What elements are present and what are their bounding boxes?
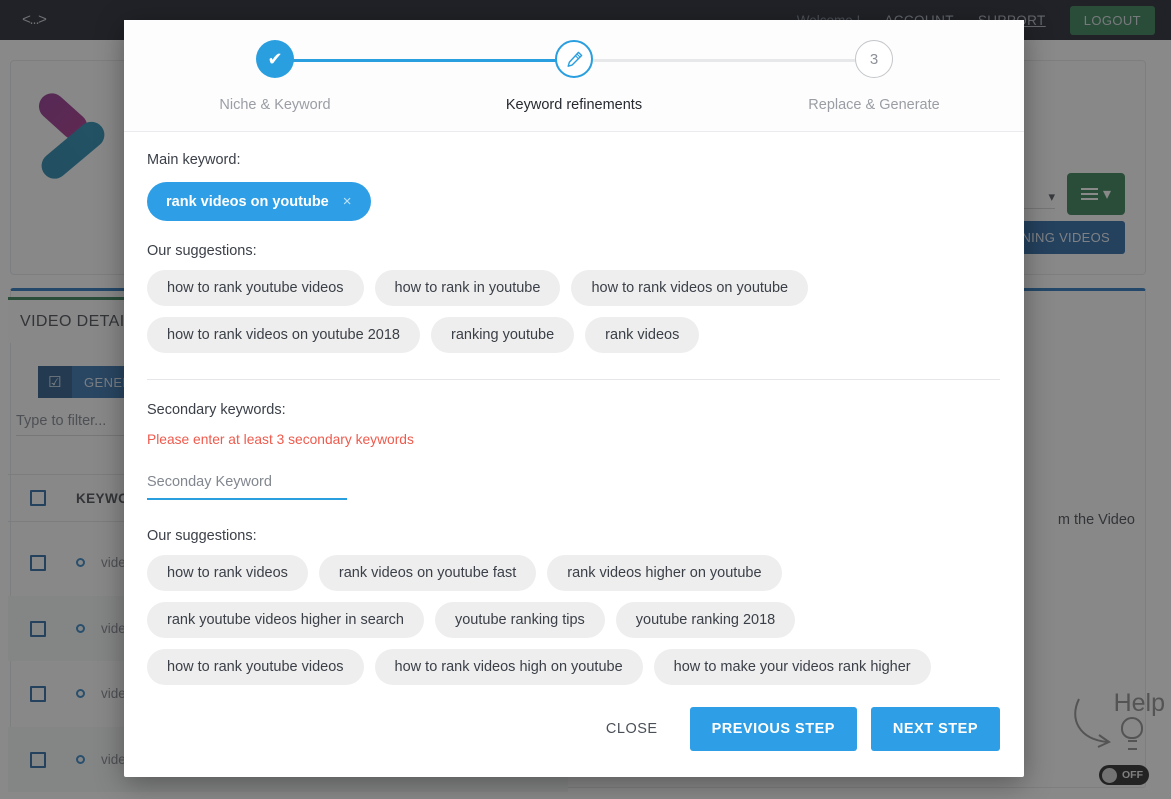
secondary-keywords-label: Secondary keywords: — [147, 402, 286, 418]
next-step-button[interactable]: NEXT STEP — [870, 707, 1000, 751]
suggestion-chip[interactable]: how to rank youtube videos — [147, 270, 364, 306]
secondary-keyword-input[interactable] — [147, 474, 347, 500]
keyword-wizard-modal: ✔ Niche & Keyword Keyword refinements 3 … — [124, 20, 1024, 777]
wizard-step-3[interactable]: 3 Replace & Generate — [774, 40, 974, 113]
app-root: <…> Welcome,! ACCOUNT SUPPORT LOGOUT ▾ ▾ — [0, 0, 1171, 799]
pencil-icon — [555, 40, 593, 78]
suggestion-chip[interactable]: how to rank videos — [147, 555, 308, 591]
main-suggestions-label: Our suggestions: — [147, 243, 257, 259]
wizard-stepper: ✔ Niche & Keyword Keyword refinements 3 … — [124, 20, 1024, 132]
wizard-step-2[interactable]: Keyword refinements — [474, 40, 674, 113]
main-keyword-text: rank videos on youtube — [166, 193, 329, 210]
suggestion-chip[interactable]: how to rank videos on youtube 2018 — [147, 317, 420, 353]
wizard-step-1[interactable]: ✔ Niche & Keyword — [175, 40, 375, 113]
previous-step-button[interactable]: PREVIOUS STEP — [689, 707, 857, 751]
main-keyword-chip[interactable]: rank videos on youtube × — [147, 182, 371, 221]
step-3-number: 3 — [855, 40, 893, 78]
main-keyword-label: Main keyword: — [147, 152, 241, 168]
suggestion-chip[interactable]: youtube ranking 2018 — [615, 602, 796, 638]
main-suggestions-list: how to rank youtube videos how to rank i… — [147, 270, 1000, 353]
suggestion-chip[interactable]: ranking youtube — [430, 317, 575, 353]
suggestion-chip[interactable]: how to rank videos high on youtube — [374, 649, 643, 685]
modal-body: Main keyword: rank videos on youtube × O… — [124, 132, 1024, 689]
suggestion-chip[interactable]: rank videos — [585, 317, 700, 353]
suggestion-chip[interactable]: rank videos higher on youtube — [547, 555, 782, 591]
suggestion-chip[interactable]: how to rank in youtube — [374, 270, 561, 306]
suggestion-chip[interactable]: rank youtube videos higher in search — [147, 602, 424, 638]
check-icon: ✔ — [256, 40, 294, 78]
wizard-step-3-label: Replace & Generate — [808, 97, 940, 113]
wizard-step-2-label: Keyword refinements — [505, 97, 643, 113]
close-button[interactable]: CLOSE — [588, 709, 676, 749]
section-divider — [147, 379, 1000, 380]
wizard-step-1-label: Niche & Keyword — [219, 97, 331, 113]
modal-footer: CLOSE PREVIOUS STEP NEXT STEP — [124, 689, 1024, 777]
suggestion-chip[interactable]: youtube ranking tips — [434, 602, 605, 638]
secondary-suggestions-label: Our suggestions: — [147, 528, 257, 544]
suggestion-chip[interactable]: rank videos on youtube fast — [318, 555, 537, 591]
suggestion-chip[interactable]: how to rank youtube videos — [147, 649, 364, 685]
validation-error-message: Please enter at least 3 secondary keywor… — [147, 432, 414, 447]
secondary-suggestions-list: how to rank videos rank videos on youtub… — [147, 555, 1000, 689]
pencil-icon-svg — [566, 51, 582, 67]
close-icon[interactable]: × — [343, 193, 352, 210]
suggestion-chip[interactable]: how to rank videos on youtube — [571, 270, 809, 306]
suggestion-chip[interactable]: how to make your videos rank higher — [653, 649, 931, 685]
